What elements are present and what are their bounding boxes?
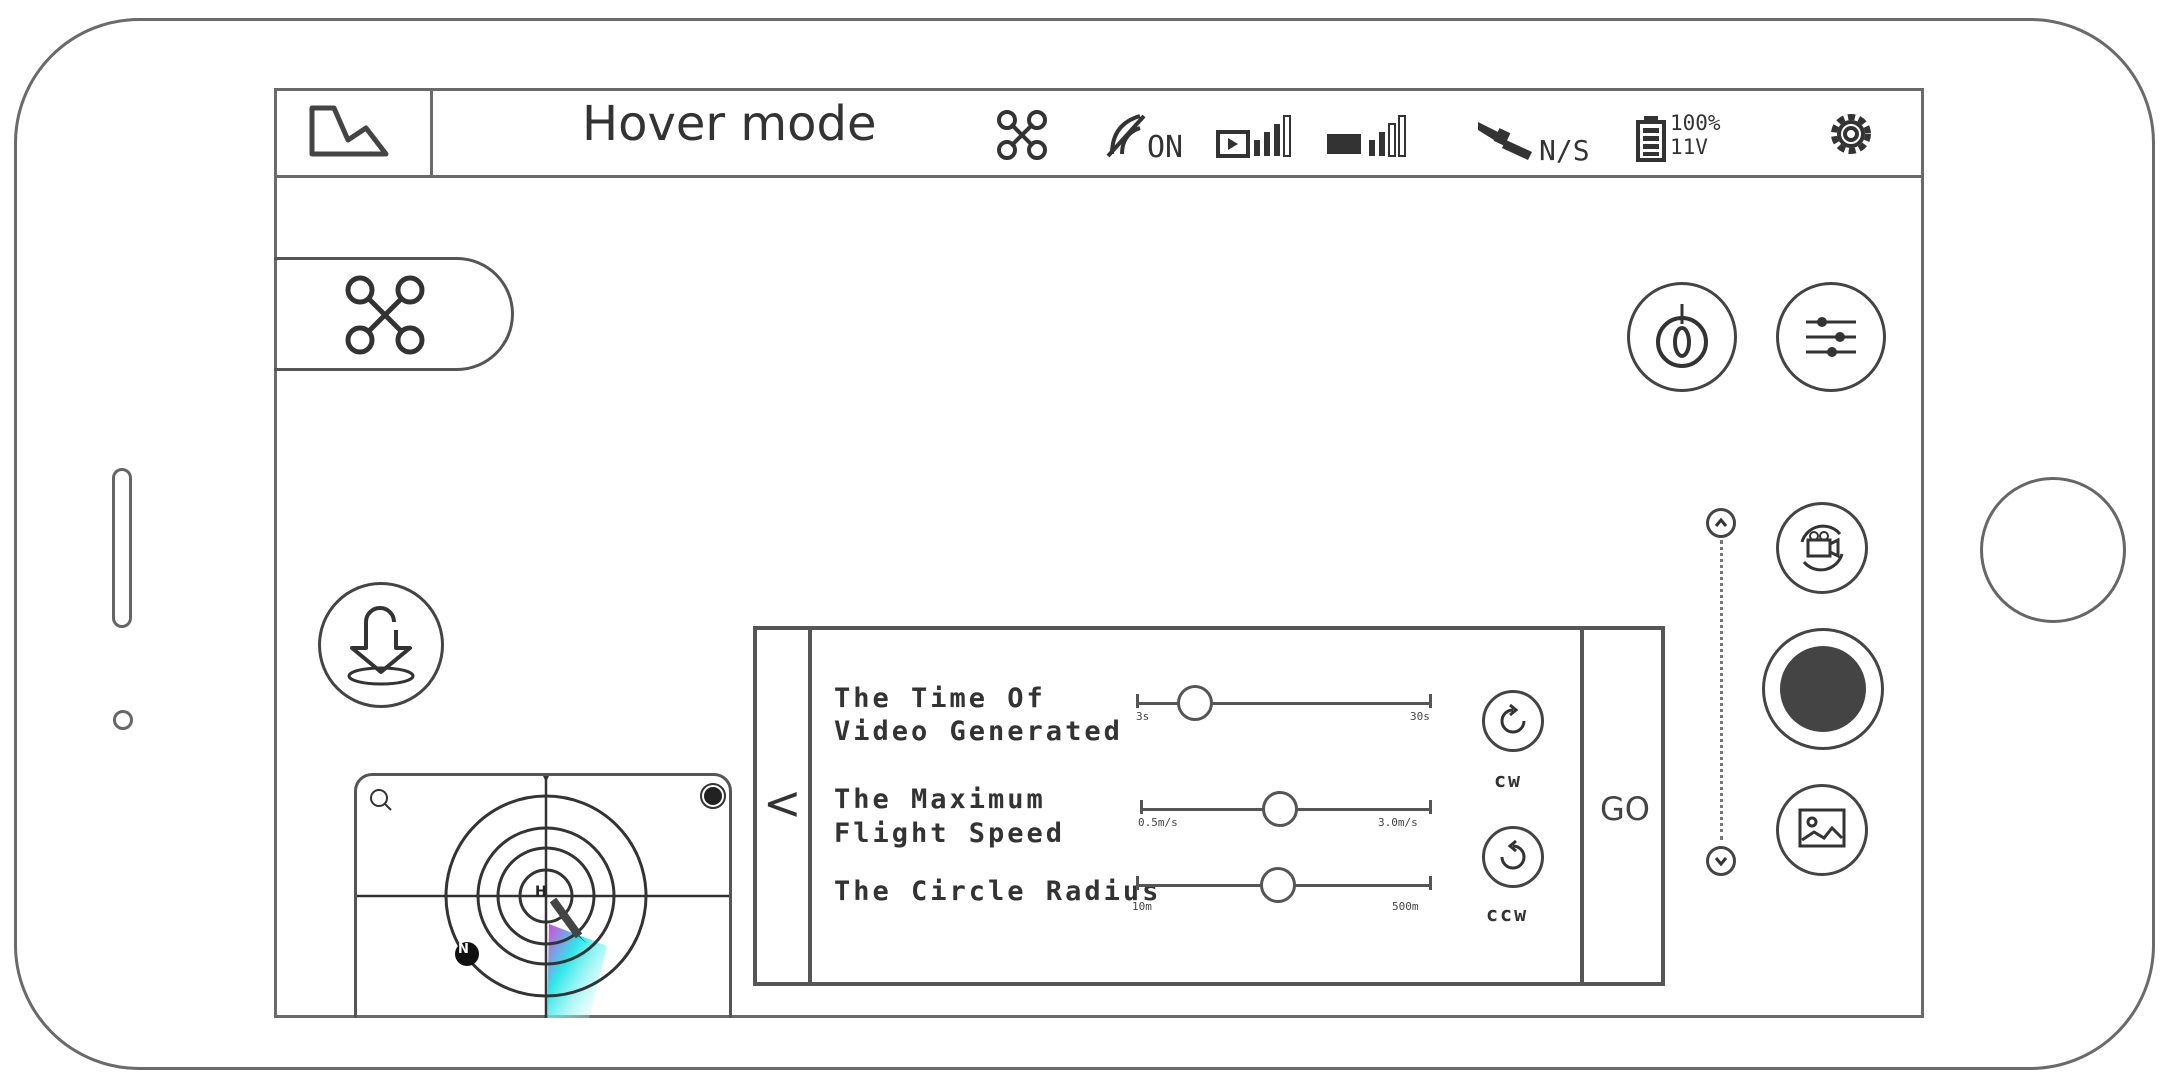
video-time-tick-min [1136, 694, 1139, 708]
circle-radius-thumb[interactable] [1260, 867, 1297, 903]
circle-radius-tick-min [1136, 876, 1139, 890]
video-time-tick-max [1429, 694, 1432, 708]
mode-title: Hover mode [582, 96, 877, 152]
status-bar-divider [430, 88, 433, 178]
video-time-label-line1: The Time Of [834, 683, 1046, 714]
battery-icon [1636, 116, 1666, 162]
satellite-icon [1478, 122, 1532, 160]
panel-collapse-button[interactable]: < [763, 776, 802, 830]
remote-signal-icon [1327, 115, 1406, 157]
minimap-north-label: N [458, 942, 469, 957]
video-time-max: 30s [1410, 710, 1430, 723]
gps-status: ON [1147, 130, 1184, 165]
gps-icon [1106, 114, 1146, 158]
max-speed-label-line2: Flight Speed [834, 818, 1066, 849]
max-speed-tick-min [1140, 800, 1143, 814]
battery-percent: 100% [1670, 111, 1721, 135]
zoom-track[interactable] [1720, 540, 1723, 840]
compass-icon [1656, 304, 1708, 368]
gear-icon[interactable] [1823, 106, 1879, 162]
ccw-label: ccw [1486, 902, 1529, 926]
go-button[interactable]: GO [1600, 790, 1650, 828]
max-speed-tick-max [1429, 800, 1432, 814]
video-signal-icon [1216, 115, 1291, 158]
satellite-status: N/S [1539, 134, 1590, 167]
drone-icon [997, 110, 1047, 160]
drone-icon [345, 275, 425, 355]
return-home-icon [347, 606, 415, 686]
minimap-center-label: H [535, 884, 547, 900]
gallery-icon [1798, 808, 1846, 848]
max-speed-max: 3.0m/s [1378, 816, 1418, 829]
battery-voltage: 11V [1670, 135, 1708, 159]
video-time-min: 3s [1136, 710, 1150, 723]
circle-radius-min: 10m [1132, 900, 1152, 913]
circle-radius-tick-max [1429, 876, 1432, 890]
chevron-down-icon [1714, 857, 1728, 867]
map-logo-icon[interactable] [306, 100, 396, 162]
video-time-label-line2: Video Generated [834, 716, 1123, 747]
max-speed-label-line1: The Maximum [834, 784, 1046, 815]
record-button[interactable] [1780, 646, 1866, 732]
side-button [112, 468, 132, 628]
rotate-ccw-icon [1500, 839, 1526, 870]
home-button[interactable] [1980, 477, 2126, 623]
sliders-icon [1806, 317, 1856, 357]
rotate-cw-icon [1500, 703, 1526, 734]
circle-radius-max: 500m [1392, 900, 1419, 913]
video-time-thumb[interactable] [1177, 685, 1214, 721]
max-speed-thumb[interactable] [1262, 791, 1299, 827]
switch-camera-icon [1800, 524, 1844, 572]
front-camera-dot [113, 710, 133, 730]
chevron-up-icon [1714, 517, 1728, 527]
circle-radius-label: The Circle Radius [834, 876, 1162, 907]
cw-label: cw [1494, 768, 1523, 792]
max-speed-min: 0.5m/s [1138, 816, 1178, 829]
